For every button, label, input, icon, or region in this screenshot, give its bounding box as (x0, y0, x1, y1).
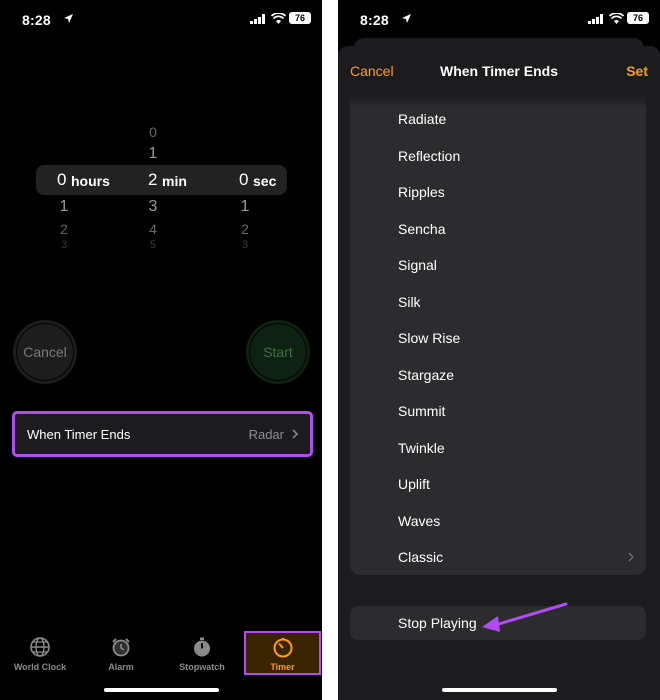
picker-minute-option[interactable]: 3 (143, 198, 163, 216)
selected-sound-name: Radar (248, 426, 284, 442)
cellular-signal-icon (250, 14, 265, 24)
when-timer-ends-screen: 8:28 76 Cancel When Timer Ends Set Radia… (338, 0, 660, 700)
tab-label: Alarm (108, 662, 134, 672)
sound-item[interactable]: Reflection (398, 138, 646, 175)
tab-label: Timer (270, 662, 295, 672)
tab-timer[interactable]: Timer (244, 631, 321, 675)
cellular-signal-icon (588, 14, 603, 24)
status-bar: 8:28 76 (0, 0, 322, 40)
alarm-clock-icon (112, 638, 130, 657)
home-indicator[interactable] (104, 688, 219, 692)
picker-second-option[interactable]: 1 (235, 198, 255, 216)
sound-item-label: Stargaze (398, 366, 455, 383)
home-indicator[interactable] (442, 688, 557, 692)
sheet-set-button[interactable]: Set (626, 63, 648, 79)
picker-minutes-selected[interactable]: 2 (148, 170, 157, 190)
picker-hours-selected[interactable]: 0 (57, 170, 66, 190)
picker-minute-option[interactable]: 1 (143, 145, 163, 163)
sound-item[interactable]: Silk (398, 284, 646, 321)
picker-minute-option[interactable]: 5 (143, 239, 163, 251)
chevron-right-icon (292, 429, 298, 439)
battery-indicator: 76 (627, 12, 649, 24)
battery-indicator: 76 (289, 12, 311, 24)
tab-world-clock[interactable]: World Clock (5, 628, 75, 672)
sound-item[interactable]: Slow Rise (398, 320, 646, 357)
picker-hour-option[interactable]: 2 (54, 221, 74, 237)
picker-minute-option[interactable]: 4 (143, 221, 163, 237)
sound-list: Radiate Reflection Ripples Sencha Signal… (350, 94, 646, 575)
tab-bar: World Clock Alarm Stopwatch Timer (0, 628, 322, 676)
sound-item-classic[interactable]: Classic (398, 539, 646, 575)
picker-second-option[interactable]: 3 (235, 239, 255, 251)
tab-stopwatch[interactable]: Stopwatch (167, 628, 237, 672)
picker-seconds-unit: sec (253, 173, 277, 189)
sound-item-label: Signal (398, 257, 437, 274)
picker-minute-option[interactable]: 0 (143, 124, 163, 140)
stopwatch-icon (194, 637, 210, 657)
picker-minutes-unit: min (162, 173, 187, 189)
sound-item[interactable]: Uplift (398, 466, 646, 503)
chevron-right-icon (628, 552, 634, 562)
picker-seconds-selected[interactable]: 0 (239, 170, 248, 190)
sound-item[interactable]: Signal (398, 247, 646, 284)
wifi-icon (609, 13, 624, 24)
picker-hour-option[interactable]: 3 (54, 239, 74, 251)
tab-label: Stopwatch (179, 662, 225, 672)
sheet-title: When Timer Ends (440, 63, 558, 79)
sound-item-label: Twinkle (398, 439, 445, 456)
sound-item[interactable]: Twinkle (398, 430, 646, 467)
sound-item[interactable]: Waves (398, 503, 646, 540)
sound-item[interactable]: Ripples (398, 174, 646, 211)
picker-second-option[interactable]: 2 (235, 221, 255, 237)
picker-hours-unit: hours (71, 173, 110, 189)
tab-alarm[interactable]: Alarm (86, 628, 156, 672)
sound-item-label: Silk (398, 293, 421, 310)
cancel-button[interactable]: Cancel (13, 320, 77, 384)
annotation-arrow-icon (482, 602, 568, 632)
sound-item[interactable]: Summit (398, 393, 646, 430)
sound-item-label: Summit (398, 403, 446, 420)
list-top-fade (350, 94, 646, 108)
sound-item-label: Uplift (398, 476, 430, 493)
stop-playing-label: Stop Playing (398, 615, 477, 631)
location-icon (402, 14, 411, 23)
sheet-nav-bar: Cancel When Timer Ends Set (338, 46, 660, 94)
when-timer-ends-row[interactable]: When Timer Ends Radar (12, 411, 313, 457)
status-time: 8:28 (360, 12, 389, 28)
status-time: 8:28 (22, 12, 51, 28)
sound-item-label: Classic (398, 549, 444, 566)
start-button[interactable]: Start (246, 320, 310, 384)
picker-hour-option[interactable]: 1 (54, 198, 74, 216)
timer-screen: 8:28 76 0 1 0 hours 2 min 0 sec 1 2 3 3 … (0, 0, 322, 700)
sound-item-label: Reflection (398, 147, 461, 164)
sound-item[interactable]: Stargaze (398, 357, 646, 394)
sound-item-label: Slow Rise (398, 330, 461, 347)
status-bar: 8:28 76 (338, 0, 660, 40)
timer-icon (273, 638, 292, 658)
globe-icon (30, 637, 50, 657)
sound-item-label: Waves (398, 512, 441, 529)
wifi-icon (271, 13, 286, 24)
location-icon (64, 14, 73, 23)
sound-item-label: Radiate (398, 111, 447, 128)
when-timer-ends-value: Radar (249, 427, 298, 442)
sound-item[interactable]: Sencha (398, 211, 646, 248)
tab-label: World Clock (13, 662, 67, 672)
sound-item-label: Sencha (398, 220, 446, 237)
when-timer-ends-label: When Timer Ends (27, 426, 131, 442)
sound-item-label: Ripples (398, 184, 445, 201)
